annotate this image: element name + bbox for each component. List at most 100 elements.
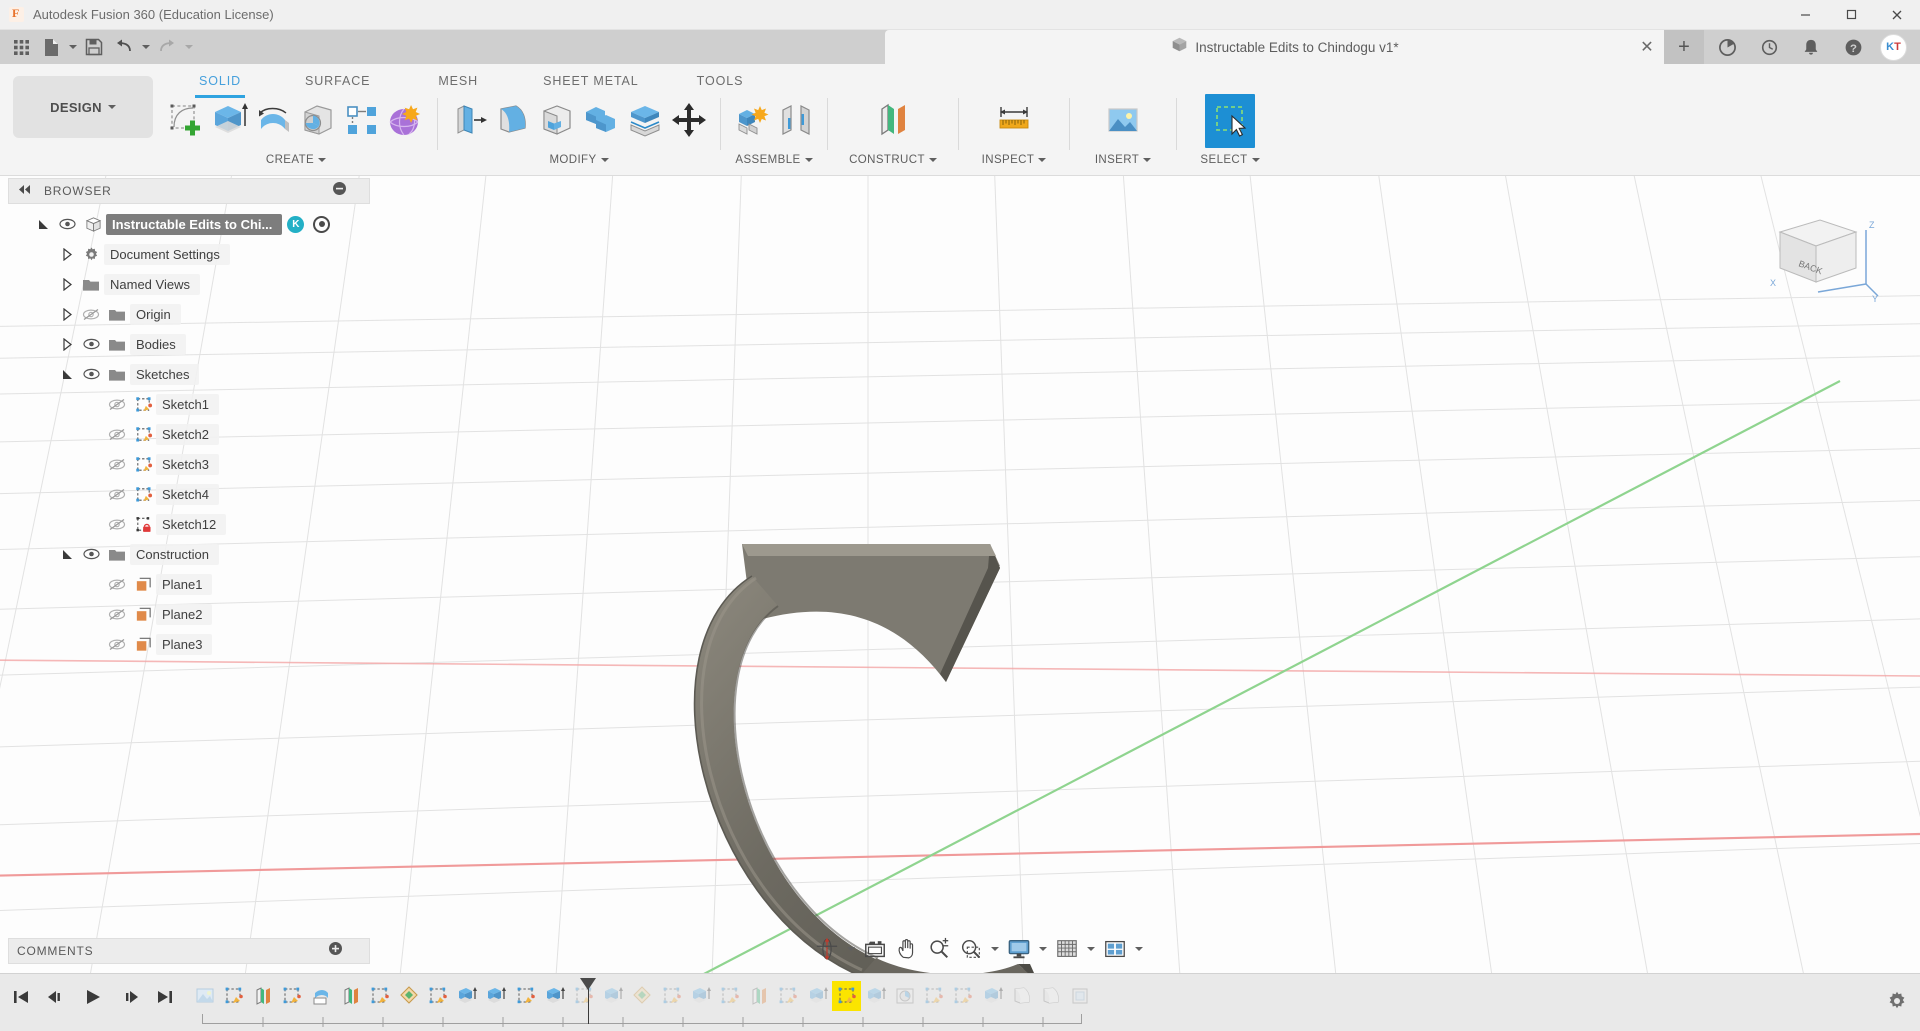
visibility-hidden-icon[interactable] [104,488,130,501]
timeline-sketch-feature[interactable] [774,981,803,1011]
timeline-canvas-feature[interactable] [190,981,219,1011]
visibility-hidden-icon[interactable] [104,638,130,651]
undo-caret[interactable] [139,32,152,62]
timeline-sketch-feature[interactable] [424,981,453,1011]
visibility-hidden-icon[interactable] [104,578,130,591]
tree-row-sketch1[interactable]: Sketch1 [8,389,378,419]
tree-row-sketch3[interactable]: Sketch3 [8,449,378,479]
expander-collapsed-icon[interactable] [56,308,78,321]
timeline-extrude-feature[interactable] [861,981,890,1011]
timeline-extrude-feature[interactable] [686,981,715,1011]
display-settings-icon[interactable] [1004,934,1034,964]
hole-icon[interactable] [296,94,340,148]
chevron-down-icon[interactable] [929,158,937,162]
step-back-icon[interactable] [44,984,70,1010]
workspace-switcher[interactable]: DESIGN [13,76,153,138]
timeline-plane-feature[interactable] [248,981,277,1011]
timeline-loft-feature[interactable] [628,981,657,1011]
visibility-hidden-icon[interactable] [104,518,130,531]
timeline-fillet-feature[interactable] [1036,981,1065,1011]
minimize-panel-icon[interactable] [332,181,347,201]
collapse-left-icon[interactable] [17,182,32,200]
timeline-extrude-feature[interactable] [453,981,482,1011]
chevron-down-icon[interactable] [1038,158,1046,162]
chevron-down-icon[interactable] [805,158,813,162]
timeline-sketch-feature[interactable] [949,981,978,1011]
tab-tools[interactable]: TOOLS [693,68,748,94]
expander-collapsed-icon[interactable] [56,248,78,261]
visibility-hidden-icon[interactable] [104,398,130,411]
visibility-hidden-icon[interactable] [104,428,130,441]
grid-snaps-icon[interactable] [1052,934,1082,964]
chevron-down-icon[interactable] [1143,158,1151,162]
zoom-icon[interactable] [924,934,954,964]
timeline-loft-feature[interactable] [394,981,423,1011]
save-icon[interactable] [79,32,109,62]
tree-row-named-views[interactable]: Named Views [8,269,378,299]
visibility-hidden-icon[interactable] [78,308,104,321]
visibility-hidden-icon[interactable] [104,608,130,621]
tree-row-sketch2[interactable]: Sketch2 [8,419,378,449]
viewports-icon[interactable] [1100,934,1130,964]
timeline-sketch-feature[interactable] [219,981,248,1011]
timeline-sketch-feature[interactable] [511,981,540,1011]
move-copy-icon[interactable] [667,94,711,148]
fillet-icon[interactable] [491,94,535,148]
timeline-marker[interactable] [588,980,589,1024]
new-tab-button[interactable]: + [1664,30,1704,64]
tree-row-sketch4[interactable]: Sketch4 [8,479,378,509]
create-sketch-icon[interactable] [164,94,208,148]
redo-icon[interactable] [152,32,182,62]
tree-row-sketch12[interactable]: Sketch12 [8,509,378,539]
tree-row-construction[interactable]: Construction [8,539,378,569]
timeline-sketch-feature[interactable] [657,981,686,1011]
timeline-extrude-feature[interactable] [482,981,511,1011]
pan-icon[interactable] [892,934,922,964]
visibility-eye-icon[interactable] [78,548,104,560]
maximize-button[interactable] [1828,0,1874,30]
timeline-revolve-feature[interactable] [307,981,336,1011]
close-button[interactable] [1874,0,1920,30]
visibility-hidden-icon[interactable] [104,458,130,471]
look-at-icon[interactable] [860,934,890,964]
select-tool-icon[interactable] [1205,94,1255,148]
document-tab[interactable]: Instructable Edits to Chindogu v1* [885,30,1685,64]
shell-icon[interactable] [535,94,579,148]
minimize-button[interactable] [1782,0,1828,30]
timeline-extrude-feature[interactable] [599,981,628,1011]
expander-collapsed-icon[interactable] [56,338,78,351]
timeline-plane-feature[interactable] [336,981,365,1011]
expander-expanded-icon[interactable] [32,218,54,231]
timeline-sketch-feature[interactable] [365,981,394,1011]
close-tab-button[interactable]: ✕ [1630,30,1664,64]
split-face-icon[interactable] [623,94,667,148]
new-component-icon[interactable] [730,94,774,148]
combine-icon[interactable] [579,94,623,148]
app-grid-icon[interactable] [6,32,36,62]
tree-row-plane1[interactable]: Plane1 [8,569,378,599]
measure-icon[interactable] [989,94,1039,148]
tree-row-origin[interactable]: Origin [8,299,378,329]
step-forward-icon[interactable] [116,984,142,1010]
add-comment-icon[interactable] [328,941,343,961]
tab-mesh[interactable]: MESH [434,68,482,94]
avatar[interactable]: KT [1880,34,1907,61]
orbit-icon[interactable] [812,934,842,964]
expander-expanded-icon[interactable] [56,548,78,561]
zoom-window-icon[interactable] [956,934,986,964]
tab-surface[interactable]: SURFACE [301,68,374,94]
expander-expanded-icon[interactable] [56,368,78,381]
revolve-icon[interactable] [252,94,296,148]
go-to-beginning-icon[interactable] [8,984,34,1010]
tree-row-bodies[interactable]: Bodies [8,329,378,359]
create-form-icon[interactable] [384,94,428,148]
visibility-eye-icon[interactable] [78,338,104,350]
timeline-sketch-feature[interactable] [920,981,949,1011]
rectangular-pattern-icon[interactable] [340,94,384,148]
timeline-sketch-feature[interactable] [715,981,744,1011]
chevron-down-icon[interactable] [318,158,326,162]
comments-panel[interactable]: COMMENTS [8,938,370,964]
recent-activity-clock-icon[interactable] [1748,30,1790,64]
notifications-bell-icon[interactable] [1790,30,1832,64]
tab-solid[interactable]: SOLID [195,68,245,94]
